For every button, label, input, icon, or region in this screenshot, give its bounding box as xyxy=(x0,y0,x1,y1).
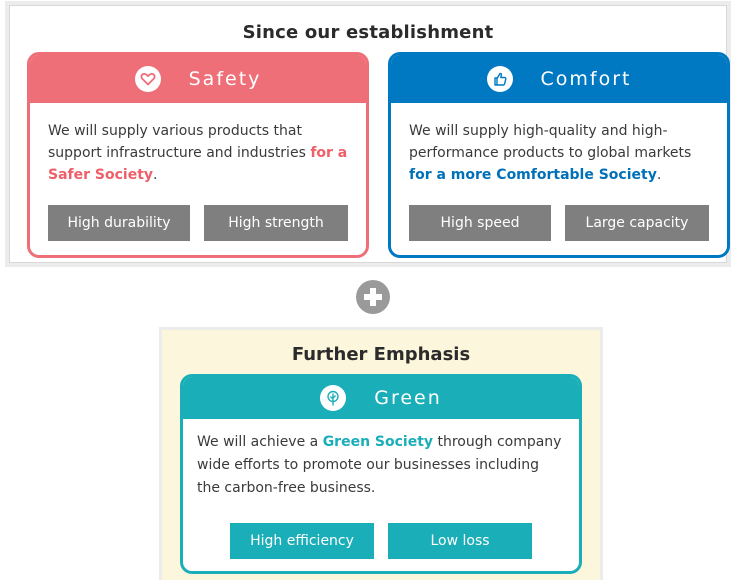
tag-high-speed: High speed xyxy=(409,205,551,241)
comfort-description: We will supply high-quality and high-per… xyxy=(391,103,727,186)
comfort-tags: High speed Large capacity xyxy=(391,205,727,241)
safety-text: We will supply various products that sup… xyxy=(48,123,311,161)
heart-icon xyxy=(134,66,161,92)
green-highlight: Green Society xyxy=(322,434,434,450)
green-description: We will achieve a Green Society through … xyxy=(183,419,579,500)
safety-card-header: Safety xyxy=(30,55,366,103)
safety-description: We will supply various products that sup… xyxy=(30,103,366,186)
comfort-card: Comfort We will supply high-quality and … xyxy=(388,52,730,258)
green-text: We will achieve a xyxy=(197,434,323,450)
comfort-highlight: for a more Comfortable Society xyxy=(409,167,657,183)
tag-high-efficiency: High efficiency xyxy=(230,523,374,559)
comfort-heading: Comfort xyxy=(540,68,632,90)
safety-text-end: . xyxy=(153,167,158,183)
green-card: Green We will achieve a Green Society th… xyxy=(180,374,582,574)
green-tags: High efficiency Low loss xyxy=(183,523,579,559)
emphasis-title: Further Emphasis xyxy=(291,344,471,365)
green-card-header: Green xyxy=(183,377,579,419)
safety-card: Safety We will supply various products t… xyxy=(27,52,369,258)
thumbs-up-icon xyxy=(486,66,513,92)
top-panel: Since our establishment Safety We will s… xyxy=(10,6,730,262)
comfort-card-header: Comfort xyxy=(391,55,727,103)
comfort-text: We will supply high-quality and high-per… xyxy=(409,123,692,161)
tag-low-loss: Low loss xyxy=(388,523,532,559)
safety-heading: Safety xyxy=(188,68,262,90)
tag-high-durability: High durability xyxy=(48,205,190,241)
green-heading: Green xyxy=(374,387,442,409)
tree-icon xyxy=(320,385,347,411)
emphasis-panel: Further Emphasis Green We will achieve a… xyxy=(162,330,600,580)
tag-large-capacity: Large capacity xyxy=(565,205,709,241)
tag-high-strength: High strength xyxy=(204,205,348,241)
comfort-text-end: . xyxy=(656,167,662,183)
safety-tags: High durability High strength xyxy=(30,205,366,241)
plus-icon xyxy=(356,280,390,314)
panel-title: Since our establishment xyxy=(242,22,494,43)
